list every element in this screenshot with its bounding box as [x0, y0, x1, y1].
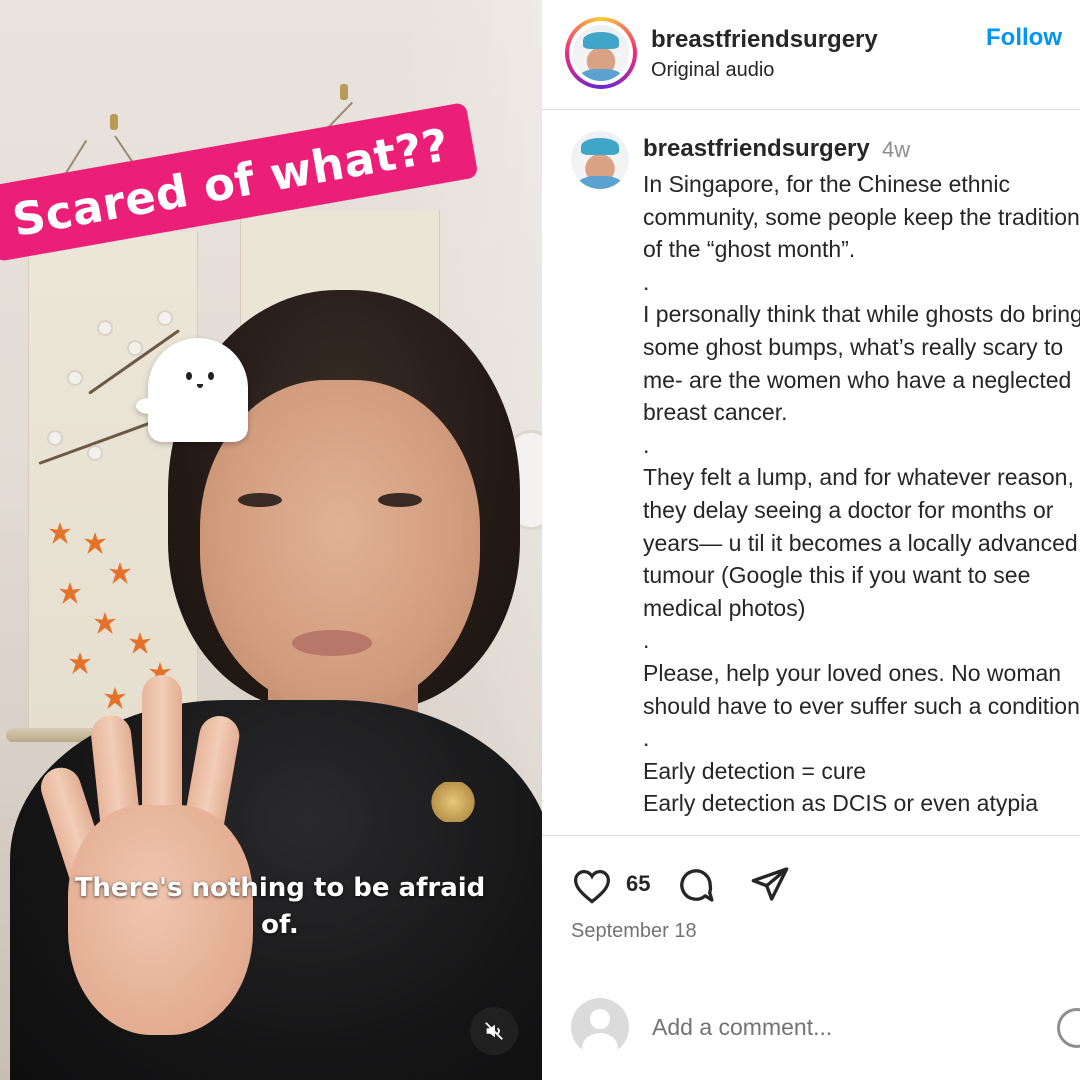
like-button[interactable]: [570, 864, 614, 908]
ghost-eye: [186, 372, 192, 380]
avatar-surgical-cap: [581, 137, 619, 156]
add-comment-row: [542, 986, 1080, 1080]
person-eye: [378, 493, 422, 507]
comment-bubble-icon: [680, 869, 714, 902]
avatar-gown: [578, 68, 624, 81]
post-details-panel: breastfriendsurgery Original audio Follo…: [542, 0, 1080, 1080]
ghost-eye: [208, 372, 214, 380]
heart-icon: [573, 869, 611, 904]
reel-video[interactable]: Scared of what?? There's nothing to be a…: [0, 0, 542, 1080]
caption-text: In Singapore, for the Chinese ethnic com…: [643, 171, 1080, 817]
video-caption: There's nothing to be afraid of.: [74, 873, 486, 940]
maple-leaf: [94, 612, 116, 634]
audio-label[interactable]: Original audio: [651, 59, 774, 82]
blossom: [99, 322, 111, 334]
post-header: breastfriendsurgery Original audio Follo…: [542, 0, 1080, 110]
ghost-mouth: [197, 384, 203, 388]
ghost-sticker: [136, 338, 248, 442]
share-button[interactable]: [748, 862, 792, 906]
maple-leaf: [109, 562, 131, 584]
caption-avatar[interactable]: [571, 131, 629, 189]
blossom: [129, 342, 141, 354]
post-date[interactable]: September 18: [571, 920, 697, 943]
person-lips: [292, 630, 372, 656]
follow-button[interactable]: Follow: [986, 24, 1062, 52]
caption-time-ago[interactable]: 4w: [882, 137, 910, 163]
maple-leaf: [129, 632, 151, 654]
comment-input[interactable]: [652, 1009, 1032, 1045]
story-ring[interactable]: [565, 17, 637, 89]
maple-leaf: [49, 522, 71, 544]
bird-brooch: [430, 782, 476, 822]
avatar-surgical-cap: [583, 31, 619, 49]
blossom: [89, 447, 101, 459]
paper-plane-icon: [751, 867, 789, 901]
avatar-placeholder-head: [590, 1009, 610, 1029]
caption-section: breastfriendsurgery 4w In Singapore, for…: [542, 111, 1080, 835]
emoji-icon[interactable]: [1057, 1008, 1080, 1048]
caption-username[interactable]: breastfriendsurgery: [643, 135, 870, 163]
blossom: [69, 372, 81, 384]
person-eye: [238, 493, 282, 507]
maple-leaf: [69, 652, 91, 674]
scroll-hook: [110, 114, 118, 130]
scroll-hook: [340, 84, 348, 100]
avatar-placeholder-shoulders: [582, 1033, 618, 1056]
like-count[interactable]: 65: [626, 871, 650, 897]
comment-button[interactable]: [674, 863, 718, 907]
post-actions: 65 September 18: [542, 835, 1080, 1080]
avatar-gown: [576, 176, 624, 189]
blossom: [159, 312, 171, 324]
header-username[interactable]: breastfriendsurgery: [651, 26, 878, 54]
maple-leaf: [59, 582, 81, 604]
speaker-muted-icon: [485, 1022, 503, 1040]
maple-leaf: [84, 532, 106, 554]
blossom: [49, 432, 61, 444]
raised-hand: [35, 675, 268, 1035]
mute-button[interactable]: [470, 1007, 518, 1055]
current-user-avatar: [571, 998, 629, 1056]
profile-avatar[interactable]: [573, 25, 629, 81]
